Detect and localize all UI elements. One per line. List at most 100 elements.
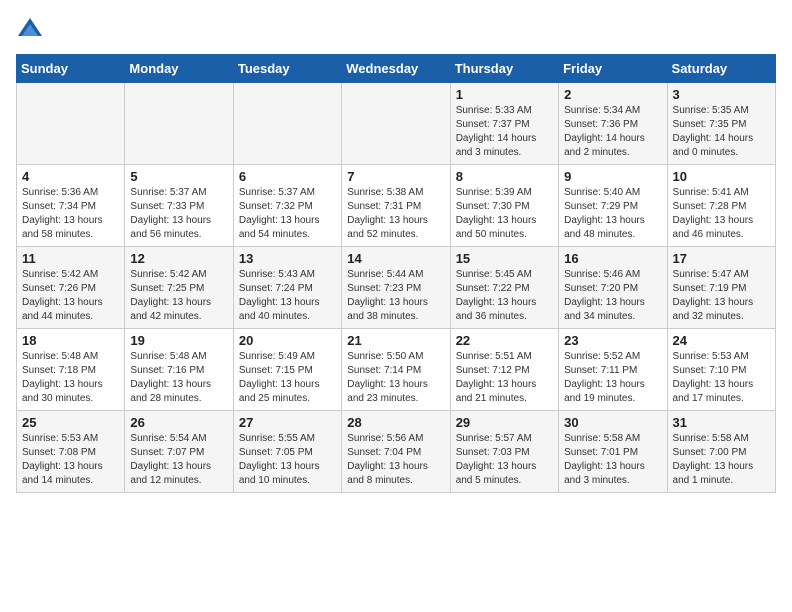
day-info: Sunrise: 5:58 AM Sunset: 7:01 PM Dayligh… (564, 432, 661, 488)
calendar-cell: 21 Sunrise: 5:50 AM Sunset: 7:14 PM Dayli… (342, 329, 450, 411)
calendar-cell: 25Sunrise: 5:53 AM Sunset: 7:08 PM Dayli… (17, 411, 125, 493)
day-info: Sunrise: 5:36 AM Sunset: 7:34 PM Dayligh… (22, 186, 119, 242)
day-number: 1 (456, 87, 553, 102)
calendar-cell: 22 Sunrise: 5:51 AM Sunset: 7:12 PM Dayli… (450, 329, 558, 411)
day-info: Sunrise: 5:45 AM Sunset: 7:22 PM Dayligh… (456, 268, 553, 324)
day-number: 11 (22, 251, 119, 266)
day-number: 2 (564, 87, 661, 102)
day-info: Sunrise: 5:46 AM Sunset: 7:20 PM Dayligh… (564, 268, 661, 324)
calendar-cell: 3 Sunrise: 5:35 AM Sunset: 7:35 PM Daylig… (667, 83, 775, 165)
day-number: 20 (239, 333, 336, 348)
header-day-tuesday: Tuesday (233, 55, 341, 83)
day-number: 14 (347, 251, 444, 266)
calendar-cell: 24 Sunrise: 5:53 AM Sunset: 7:10 PM Dayli… (667, 329, 775, 411)
calendar-cell: 17 Sunrise: 5:47 AM Sunset: 7:19 PM Dayli… (667, 247, 775, 329)
day-info: Sunrise: 5:57 AM Sunset: 7:03 PM Dayligh… (456, 432, 553, 488)
week-row-2: 4 Sunrise: 5:36 AM Sunset: 7:34 PM Daylig… (17, 165, 776, 247)
day-info: Sunrise: 5:37 AM Sunset: 7:32 PM Dayligh… (239, 186, 336, 242)
day-number: 15 (456, 251, 553, 266)
calendar-cell: 18 Sunrise: 5:48 AM Sunset: 7:18 PM Dayli… (17, 329, 125, 411)
calendar-cell: 5 Sunrise: 5:37 AM Sunset: 7:33 PM Daylig… (125, 165, 233, 247)
day-info: Sunrise: 5:51 AM Sunset: 7:12 PM Dayligh… (456, 350, 553, 406)
logo (16, 16, 48, 44)
day-number: 4 (22, 169, 119, 184)
calendar-cell: 29Sunrise: 5:57 AM Sunset: 7:03 PM Dayli… (450, 411, 558, 493)
day-info: Sunrise: 5:34 AM Sunset: 7:36 PM Dayligh… (564, 104, 661, 160)
day-info: Sunrise: 5:42 AM Sunset: 7:25 PM Dayligh… (130, 268, 227, 324)
day-info: Sunrise: 5:58 AM Sunset: 7:00 PM Dayligh… (673, 432, 770, 488)
calendar-cell: 26Sunrise: 5:54 AM Sunset: 7:07 PM Dayli… (125, 411, 233, 493)
day-number: 25 (22, 415, 119, 430)
day-info: Sunrise: 5:42 AM Sunset: 7:26 PM Dayligh… (22, 268, 119, 324)
calendar-cell: 10 Sunrise: 5:41 AM Sunset: 7:28 PM Dayli… (667, 165, 775, 247)
day-info: Sunrise: 5:52 AM Sunset: 7:11 PM Dayligh… (564, 350, 661, 406)
header-day-wednesday: Wednesday (342, 55, 450, 83)
day-number: 27 (239, 415, 336, 430)
day-info: Sunrise: 5:48 AM Sunset: 7:16 PM Dayligh… (130, 350, 227, 406)
day-number: 7 (347, 169, 444, 184)
calendar-cell: 1 Sunrise: 5:33 AM Sunset: 7:37 PM Daylig… (450, 83, 558, 165)
logo-icon (16, 16, 44, 44)
day-number: 8 (456, 169, 553, 184)
week-row-5: 25Sunrise: 5:53 AM Sunset: 7:08 PM Dayli… (17, 411, 776, 493)
day-number: 17 (673, 251, 770, 266)
day-number: 6 (239, 169, 336, 184)
header-day-sunday: Sunday (17, 55, 125, 83)
calendar-cell: 31Sunrise: 5:58 AM Sunset: 7:00 PM Dayli… (667, 411, 775, 493)
day-number: 5 (130, 169, 227, 184)
calendar-cell: 2 Sunrise: 5:34 AM Sunset: 7:36 PM Daylig… (559, 83, 667, 165)
day-info: Sunrise: 5:44 AM Sunset: 7:23 PM Dayligh… (347, 268, 444, 324)
calendar-cell: 14 Sunrise: 5:44 AM Sunset: 7:23 PM Dayli… (342, 247, 450, 329)
day-info: Sunrise: 5:47 AM Sunset: 7:19 PM Dayligh… (673, 268, 770, 324)
day-info: Sunrise: 5:39 AM Sunset: 7:30 PM Dayligh… (456, 186, 553, 242)
day-number: 18 (22, 333, 119, 348)
calendar-cell: 15 Sunrise: 5:45 AM Sunset: 7:22 PM Dayli… (450, 247, 558, 329)
header-day-thursday: Thursday (450, 55, 558, 83)
week-row-4: 18 Sunrise: 5:48 AM Sunset: 7:18 PM Dayli… (17, 329, 776, 411)
calendar-cell: 4 Sunrise: 5:36 AM Sunset: 7:34 PM Daylig… (17, 165, 125, 247)
day-info: Sunrise: 5:50 AM Sunset: 7:14 PM Dayligh… (347, 350, 444, 406)
calendar-cell: 28Sunrise: 5:56 AM Sunset: 7:04 PM Dayli… (342, 411, 450, 493)
calendar-cell: 20 Sunrise: 5:49 AM Sunset: 7:15 PM Dayli… (233, 329, 341, 411)
calendar-cell: 27Sunrise: 5:55 AM Sunset: 7:05 PM Dayli… (233, 411, 341, 493)
week-row-3: 11 Sunrise: 5:42 AM Sunset: 7:26 PM Dayli… (17, 247, 776, 329)
day-info: Sunrise: 5:35 AM Sunset: 7:35 PM Dayligh… (673, 104, 770, 160)
calendar-cell: 23Sunrise: 5:52 AM Sunset: 7:11 PM Dayli… (559, 329, 667, 411)
calendar-cell: 7Sunrise: 5:38 AM Sunset: 7:31 PM Daylig… (342, 165, 450, 247)
day-number: 16 (564, 251, 661, 266)
calendar-cell: 11 Sunrise: 5:42 AM Sunset: 7:26 PM Dayli… (17, 247, 125, 329)
day-info: Sunrise: 5:37 AM Sunset: 7:33 PM Dayligh… (130, 186, 227, 242)
day-number: 21 (347, 333, 444, 348)
day-info: Sunrise: 5:56 AM Sunset: 7:04 PM Dayligh… (347, 432, 444, 488)
header-day-saturday: Saturday (667, 55, 775, 83)
day-number: 13 (239, 251, 336, 266)
calendar-header: SundayMondayTuesdayWednesdayThursdayFrid… (17, 55, 776, 83)
day-number: 10 (673, 169, 770, 184)
day-number: 26 (130, 415, 227, 430)
calendar-cell (233, 83, 341, 165)
calendar-table: SundayMondayTuesdayWednesdayThursdayFrid… (16, 54, 776, 493)
day-info: Sunrise: 5:33 AM Sunset: 7:37 PM Dayligh… (456, 104, 553, 160)
header-day-monday: Monday (125, 55, 233, 83)
day-number: 30 (564, 415, 661, 430)
day-number: 3 (673, 87, 770, 102)
day-info: Sunrise: 5:48 AM Sunset: 7:18 PM Dayligh… (22, 350, 119, 406)
day-number: 19 (130, 333, 227, 348)
header-day-friday: Friday (559, 55, 667, 83)
calendar-cell: 9Sunrise: 5:40 AM Sunset: 7:29 PM Daylig… (559, 165, 667, 247)
day-number: 22 (456, 333, 553, 348)
day-info: Sunrise: 5:41 AM Sunset: 7:28 PM Dayligh… (673, 186, 770, 242)
page-header (16, 16, 776, 44)
week-row-1: 1 Sunrise: 5:33 AM Sunset: 7:37 PM Daylig… (17, 83, 776, 165)
calendar-cell: 13Sunrise: 5:43 AM Sunset: 7:24 PM Dayli… (233, 247, 341, 329)
calendar-cell (125, 83, 233, 165)
day-number: 9 (564, 169, 661, 184)
day-info: Sunrise: 5:53 AM Sunset: 7:10 PM Dayligh… (673, 350, 770, 406)
day-number: 12 (130, 251, 227, 266)
day-info: Sunrise: 5:49 AM Sunset: 7:15 PM Dayligh… (239, 350, 336, 406)
calendar-cell (342, 83, 450, 165)
calendar-cell: 16 Sunrise: 5:46 AM Sunset: 7:20 PM Dayli… (559, 247, 667, 329)
calendar-cell: 8 Sunrise: 5:39 AM Sunset: 7:30 PM Daylig… (450, 165, 558, 247)
header-row: SundayMondayTuesdayWednesdayThursdayFrid… (17, 55, 776, 83)
day-number: 24 (673, 333, 770, 348)
